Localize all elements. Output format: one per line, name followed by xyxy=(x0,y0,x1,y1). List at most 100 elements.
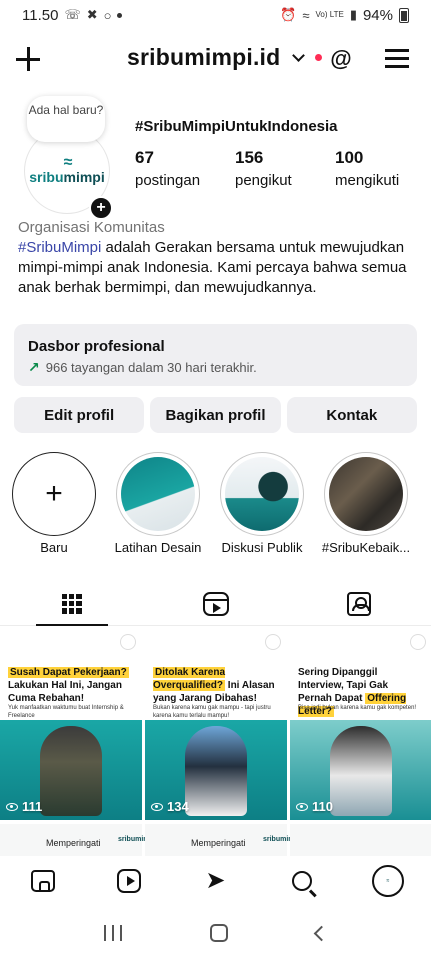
logo-suffix: mimpi xyxy=(63,169,105,185)
search-icon xyxy=(291,871,312,891)
post-tile[interactable]: Memperingati sribumimpi xyxy=(145,824,301,856)
highlight-item[interactable]: Latihan Desain xyxy=(108,452,208,555)
threads-icon[interactable]: @ xyxy=(328,46,354,72)
stat-label: mengikuti xyxy=(335,172,400,189)
username[interactable]: sribumimpi.id xyxy=(127,44,280,71)
system-home-icon[interactable] xyxy=(210,924,228,942)
post-logo-icon xyxy=(410,634,426,650)
line-icon: ○ xyxy=(103,7,112,23)
nav-home[interactable] xyxy=(26,864,60,898)
story-highlights: + Baru Latihan Desain Diskusi Publik #Sr… xyxy=(0,452,431,562)
highlight-new[interactable]: + Baru xyxy=(4,452,104,555)
reels-icon xyxy=(202,591,229,616)
notification-badge xyxy=(315,54,323,61)
post-subtext: Bisa jadi bukan karena kamu gak kompeten… xyxy=(298,705,417,711)
post-subtext: Bukan karena kamu gak mampu - tapi justr… xyxy=(153,705,271,719)
post-tile[interactable] xyxy=(290,824,431,856)
stat-following[interactable]: 100 mengikuti xyxy=(335,148,431,189)
post-views: 110 xyxy=(296,799,333,814)
posts-grid: Susah Dapat Pekerjaan? Lakukan Hal Ini, … xyxy=(0,628,431,856)
home-icon xyxy=(31,870,56,892)
highlight-item[interactable]: #SribuKebaik... xyxy=(316,452,416,555)
highlight-label: #SribuKebaik... xyxy=(321,540,411,555)
post-headline-rest: Lakukan Hal Ini, Jangan Cuma Rebahan! xyxy=(8,680,122,704)
logo-prefix: sribu xyxy=(29,169,64,185)
capcut-icon: ✖ xyxy=(86,7,98,22)
highlight-item[interactable]: Diskusi Publik xyxy=(212,452,312,555)
highlight-label: Baru xyxy=(40,540,68,555)
alarm-icon: ⏰ xyxy=(280,7,297,22)
post-logo-icon xyxy=(120,634,136,650)
dashboard-subtitle: ↗ 966 tayangan dalam 30 hari terakhir. xyxy=(28,359,403,376)
reels-icon xyxy=(117,869,142,893)
stat-value: 100 xyxy=(335,148,364,167)
tab-posts[interactable] xyxy=(0,582,144,626)
highlight-ring[interactable] xyxy=(324,452,408,536)
tab-reels[interactable] xyxy=(144,582,288,625)
note-bubble[interactable]: Ada hal baru? xyxy=(27,96,105,142)
create-plus-icon[interactable] xyxy=(14,45,42,73)
post-headline: Susah Dapat Pekerjaan? Lakukan Hal Ini, … xyxy=(8,666,134,705)
wifi-icon: ≈ xyxy=(302,7,310,23)
highlight-label: Latihan Desain xyxy=(114,540,202,555)
dashboard-views-text: 966 tayangan dalam 30 hari terakhir. xyxy=(45,360,257,375)
professional-dashboard[interactable]: Dasbor profesional ↗ 966 tayangan dalam … xyxy=(14,324,417,386)
status-bar: 11.50 ☏ ✖ ○ ⏰ ≈ Vo) LTE ▮ 94% xyxy=(0,0,431,30)
post-tile[interactable]: Sering Dipanggil Interview, Tapi Gak Per… xyxy=(290,628,431,820)
post-photo xyxy=(330,726,392,816)
post-tile[interactable]: Ditolak Karena Overqualified? Ini Alasan… xyxy=(145,628,287,820)
stat-value: 156 xyxy=(235,148,264,167)
stat-followers[interactable]: 156 pengikut xyxy=(235,148,335,189)
nav-profile[interactable]: ≈ xyxy=(371,864,405,898)
post-photo xyxy=(185,726,247,816)
back-icon[interactable] xyxy=(313,925,330,941)
recent-apps-icon[interactable] xyxy=(104,925,122,941)
post-view-count: 111 xyxy=(22,799,43,814)
post-subtext: Yuk manfaatkan waktumu buat Internship &… xyxy=(8,705,124,719)
post-view-count: 134 xyxy=(167,799,189,814)
chevron-down-icon[interactable] xyxy=(292,48,306,62)
highlight-ring[interactable] xyxy=(116,452,200,536)
profile-bio: #SribuMimpi adalah Gerakan bersama untuk… xyxy=(18,238,418,298)
whatsapp-icon: ☏ xyxy=(64,7,81,22)
status-right: ⏰ ≈ Vo) LTE ▮ 94% xyxy=(280,7,409,24)
post-headline: Ditolak Karena Overqualified? Ini Alasan… xyxy=(153,666,279,705)
highlight-ring[interactable]: + xyxy=(12,452,96,536)
post-headline-highlight: Ditolak Karena Overqualified? xyxy=(153,667,226,691)
system-nav xyxy=(0,906,431,960)
profile-category: Organisasi Komunitas xyxy=(18,219,165,236)
stat-posts[interactable]: 67 postingan xyxy=(135,148,235,189)
post-headline-highlight: Susah Dapat Pekerjaan? xyxy=(8,667,129,678)
battery-icon xyxy=(399,7,409,23)
add-story-icon[interactable]: + xyxy=(89,196,113,220)
post-caption: Memperingati xyxy=(191,838,246,848)
sribumimpi-logo-text: sribumimpi xyxy=(29,169,104,185)
battery-percent: 94% xyxy=(362,6,393,24)
sribumimpi-logo-icon: ≈ xyxy=(63,154,73,171)
profile-actions: Edit profil Bagikan profil Kontak xyxy=(14,397,417,433)
account-switcher[interactable]: sribumimpi.id xyxy=(127,44,323,71)
post-tile[interactable]: Memperingati sribumimpi xyxy=(0,824,156,856)
highlight-ring[interactable] xyxy=(220,452,304,536)
trend-up-icon: ↗ xyxy=(28,359,40,375)
nav-direct[interactable]: ➤ xyxy=(198,864,232,898)
notification-dot-icon xyxy=(117,12,123,18)
share-profile-button[interactable]: Bagikan profil xyxy=(150,397,281,433)
tab-tagged[interactable] xyxy=(287,582,431,625)
plus-icon: + xyxy=(45,477,63,510)
post-caption: Memperingati xyxy=(46,838,101,848)
post-tile[interactable]: Susah Dapat Pekerjaan? Lakukan Hal Ini, … xyxy=(0,628,142,820)
post-views: 134 xyxy=(151,799,189,814)
nav-reels[interactable] xyxy=(112,864,146,898)
dashboard-title: Dasbor profesional xyxy=(28,338,165,355)
bio-hashtag-link[interactable]: #SribuMimpi xyxy=(18,239,101,256)
edit-profile-button[interactable]: Edit profil xyxy=(14,397,145,433)
nav-search[interactable] xyxy=(285,864,319,898)
lte-label: Vo) LTE xyxy=(315,10,344,19)
menu-icon[interactable] xyxy=(385,49,409,69)
contact-button[interactable]: Kontak xyxy=(286,397,417,433)
highlight-thumbnail xyxy=(225,457,299,531)
stat-label: postingan xyxy=(135,172,201,189)
highlight-thumbnail xyxy=(121,457,195,531)
eye-icon xyxy=(151,802,163,811)
